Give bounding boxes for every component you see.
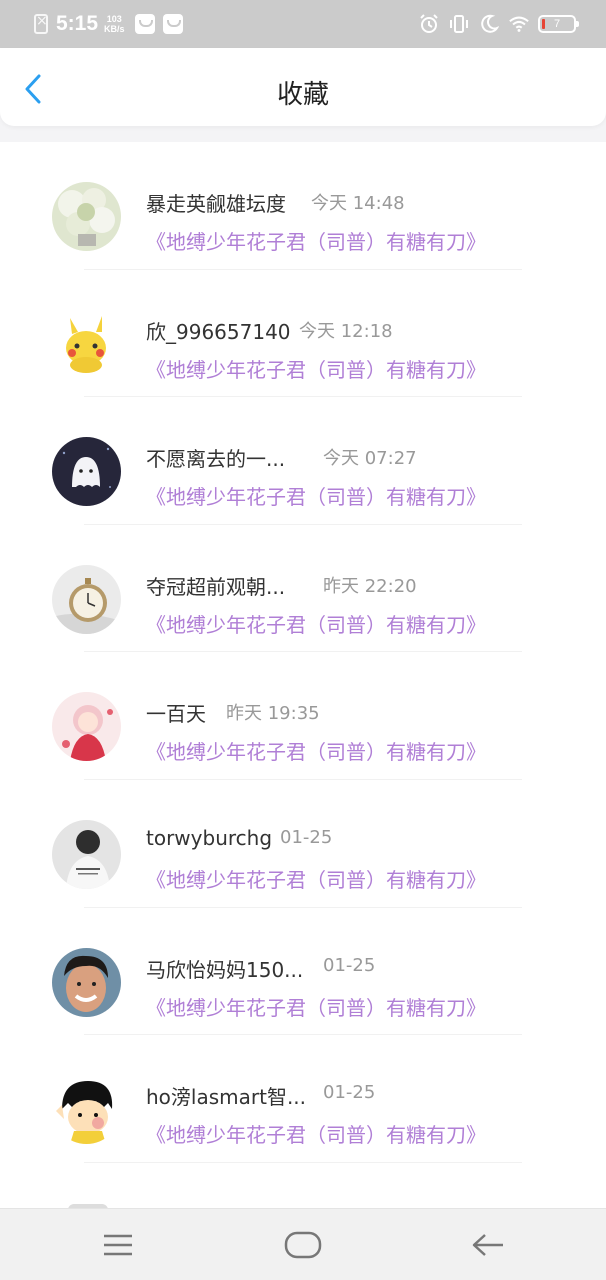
topic-link[interactable]: 《地缚少年花子君（司普）有糖有刀》 — [146, 864, 486, 893]
avatar — [52, 1075, 121, 1145]
topic-link[interactable]: 《地缚少年花子君（司普）有糖有刀》 — [146, 226, 486, 255]
topic-link[interactable]: 《地缚少年花子君（司普）有糖有刀》 — [146, 992, 486, 1021]
wifi-icon — [508, 13, 530, 35]
user-name: 暴走英觎雄坛度 — [146, 192, 286, 216]
user-name: 欣_996657140 — [146, 319, 291, 344]
topic-link[interactable]: 《地缚少年花子君（司普）有糖有刀》 — [146, 354, 486, 383]
menu-icon — [104, 1234, 132, 1256]
divider — [84, 1161, 522, 1163]
post-time: 昨天 22:20 — [323, 575, 417, 597]
avatar — [52, 947, 121, 1017]
post-time: 今天 07:27 — [323, 448, 417, 470]
status-bar-right: 7 — [418, 12, 579, 36]
user-name: ho滂lasmart智... — [146, 1085, 307, 1110]
battery-icon: 7 — [538, 15, 579, 33]
topic-link[interactable]: 《地缚少年花子君（司普）有糖有刀》 — [146, 1119, 486, 1148]
notification-x-icon — [34, 13, 48, 34]
home-button[interactable] — [280, 1227, 326, 1263]
header-bar: 收藏 — [0, 48, 606, 126]
speed-unit: KB/s — [104, 24, 125, 34]
alarm-icon — [418, 13, 440, 35]
favorite-item[interactable]: 欣_996657140 今天 12:18 《地缚少年花子君（司普）有糖有刀》 — [0, 270, 606, 398]
avatar — [52, 819, 121, 889]
favorite-item[interactable]: 一百天 昨天 19:35 《地缚少年花子君（司普）有糖有刀》 — [0, 652, 606, 780]
favorite-item[interactable]: 暴走英觎雄坛度 今天 14:48 《地缚少年花子君（司普）有糖有刀》 — [0, 142, 606, 270]
post-time: 01-25 — [323, 954, 376, 976]
post-time: 今天 12:18 — [299, 320, 393, 342]
topic-link[interactable]: 《地缚少年花子君（司普）有糖有刀》 — [146, 609, 486, 638]
avatar — [52, 309, 121, 379]
back-arrow-icon — [472, 1234, 503, 1256]
moon-icon — [478, 13, 500, 35]
status-bar: 5:15 103 KB/s 7 — [0, 0, 606, 48]
message-icon — [134, 14, 155, 34]
post-time: 01-25 — [323, 1082, 376, 1104]
post-time: 今天 14:48 — [311, 193, 405, 214]
favorite-item[interactable]: torwyburchg 01-25 《地缚少年花子君（司普）有糖有刀》 — [0, 780, 606, 908]
home-icon — [284, 1231, 322, 1259]
page-title: 收藏 — [276, 80, 329, 110]
favorite-item[interactable]: 不愿离去的一... 今天 07:27 《地缚少年花子君（司普）有糖有刀》 — [0, 397, 606, 525]
message-icon — [162, 14, 183, 34]
user-name: 夺冠超前观朝... — [146, 574, 286, 599]
user-name: torwyburchg — [146, 825, 273, 850]
avatar — [52, 564, 121, 634]
user-name: 一百天 — [146, 702, 206, 727]
post-time: 昨天 19:35 — [226, 703, 320, 725]
user-name: 不愿离去的一... — [146, 447, 286, 472]
topic-link[interactable]: 《地缚少年花子君（司普）有糖有刀》 — [146, 481, 486, 510]
favorite-item[interactable]: 马欣怡妈妈150... 01-25 《地缚少年花子君（司普）有糖有刀》 — [0, 908, 606, 1036]
favorites-list: 暴走英觎雄坛度 今天 14:48 《地缚少年花子君（司普）有糖有刀》 欣_996… — [0, 142, 606, 1208]
navigation-bar — [0, 1208, 606, 1280]
avatar — [52, 437, 121, 507]
status-time: 5:15 — [56, 12, 99, 35]
avatar — [52, 692, 121, 762]
network-speed: 103 KB/s — [104, 14, 125, 34]
topic-link[interactable]: 《地缚少年花子君（司普）有糖有刀》 — [146, 736, 486, 765]
menu-button[interactable] — [95, 1227, 141, 1263]
vibrate-icon — [448, 13, 470, 35]
status-bar-left: 5:15 103 KB/s — [34, 11, 191, 37]
battery-level: 7 — [553, 18, 561, 30]
post-time: 01-25 — [280, 826, 333, 848]
favorite-item[interactable]: ho滂lasmart智... 01-25 《地缚少年花子君（司普）有糖有刀》 — [0, 1035, 606, 1163]
speed-value: 103 — [106, 14, 122, 24]
user-name: 马欣怡妈妈150... — [146, 957, 304, 982]
avatar — [52, 182, 121, 251]
back-nav-button[interactable] — [465, 1227, 511, 1263]
favorite-item[interactable]: 夺冠超前观朝... 昨天 22:20 《地缚少年花子君（司普）有糖有刀》 — [0, 525, 606, 653]
